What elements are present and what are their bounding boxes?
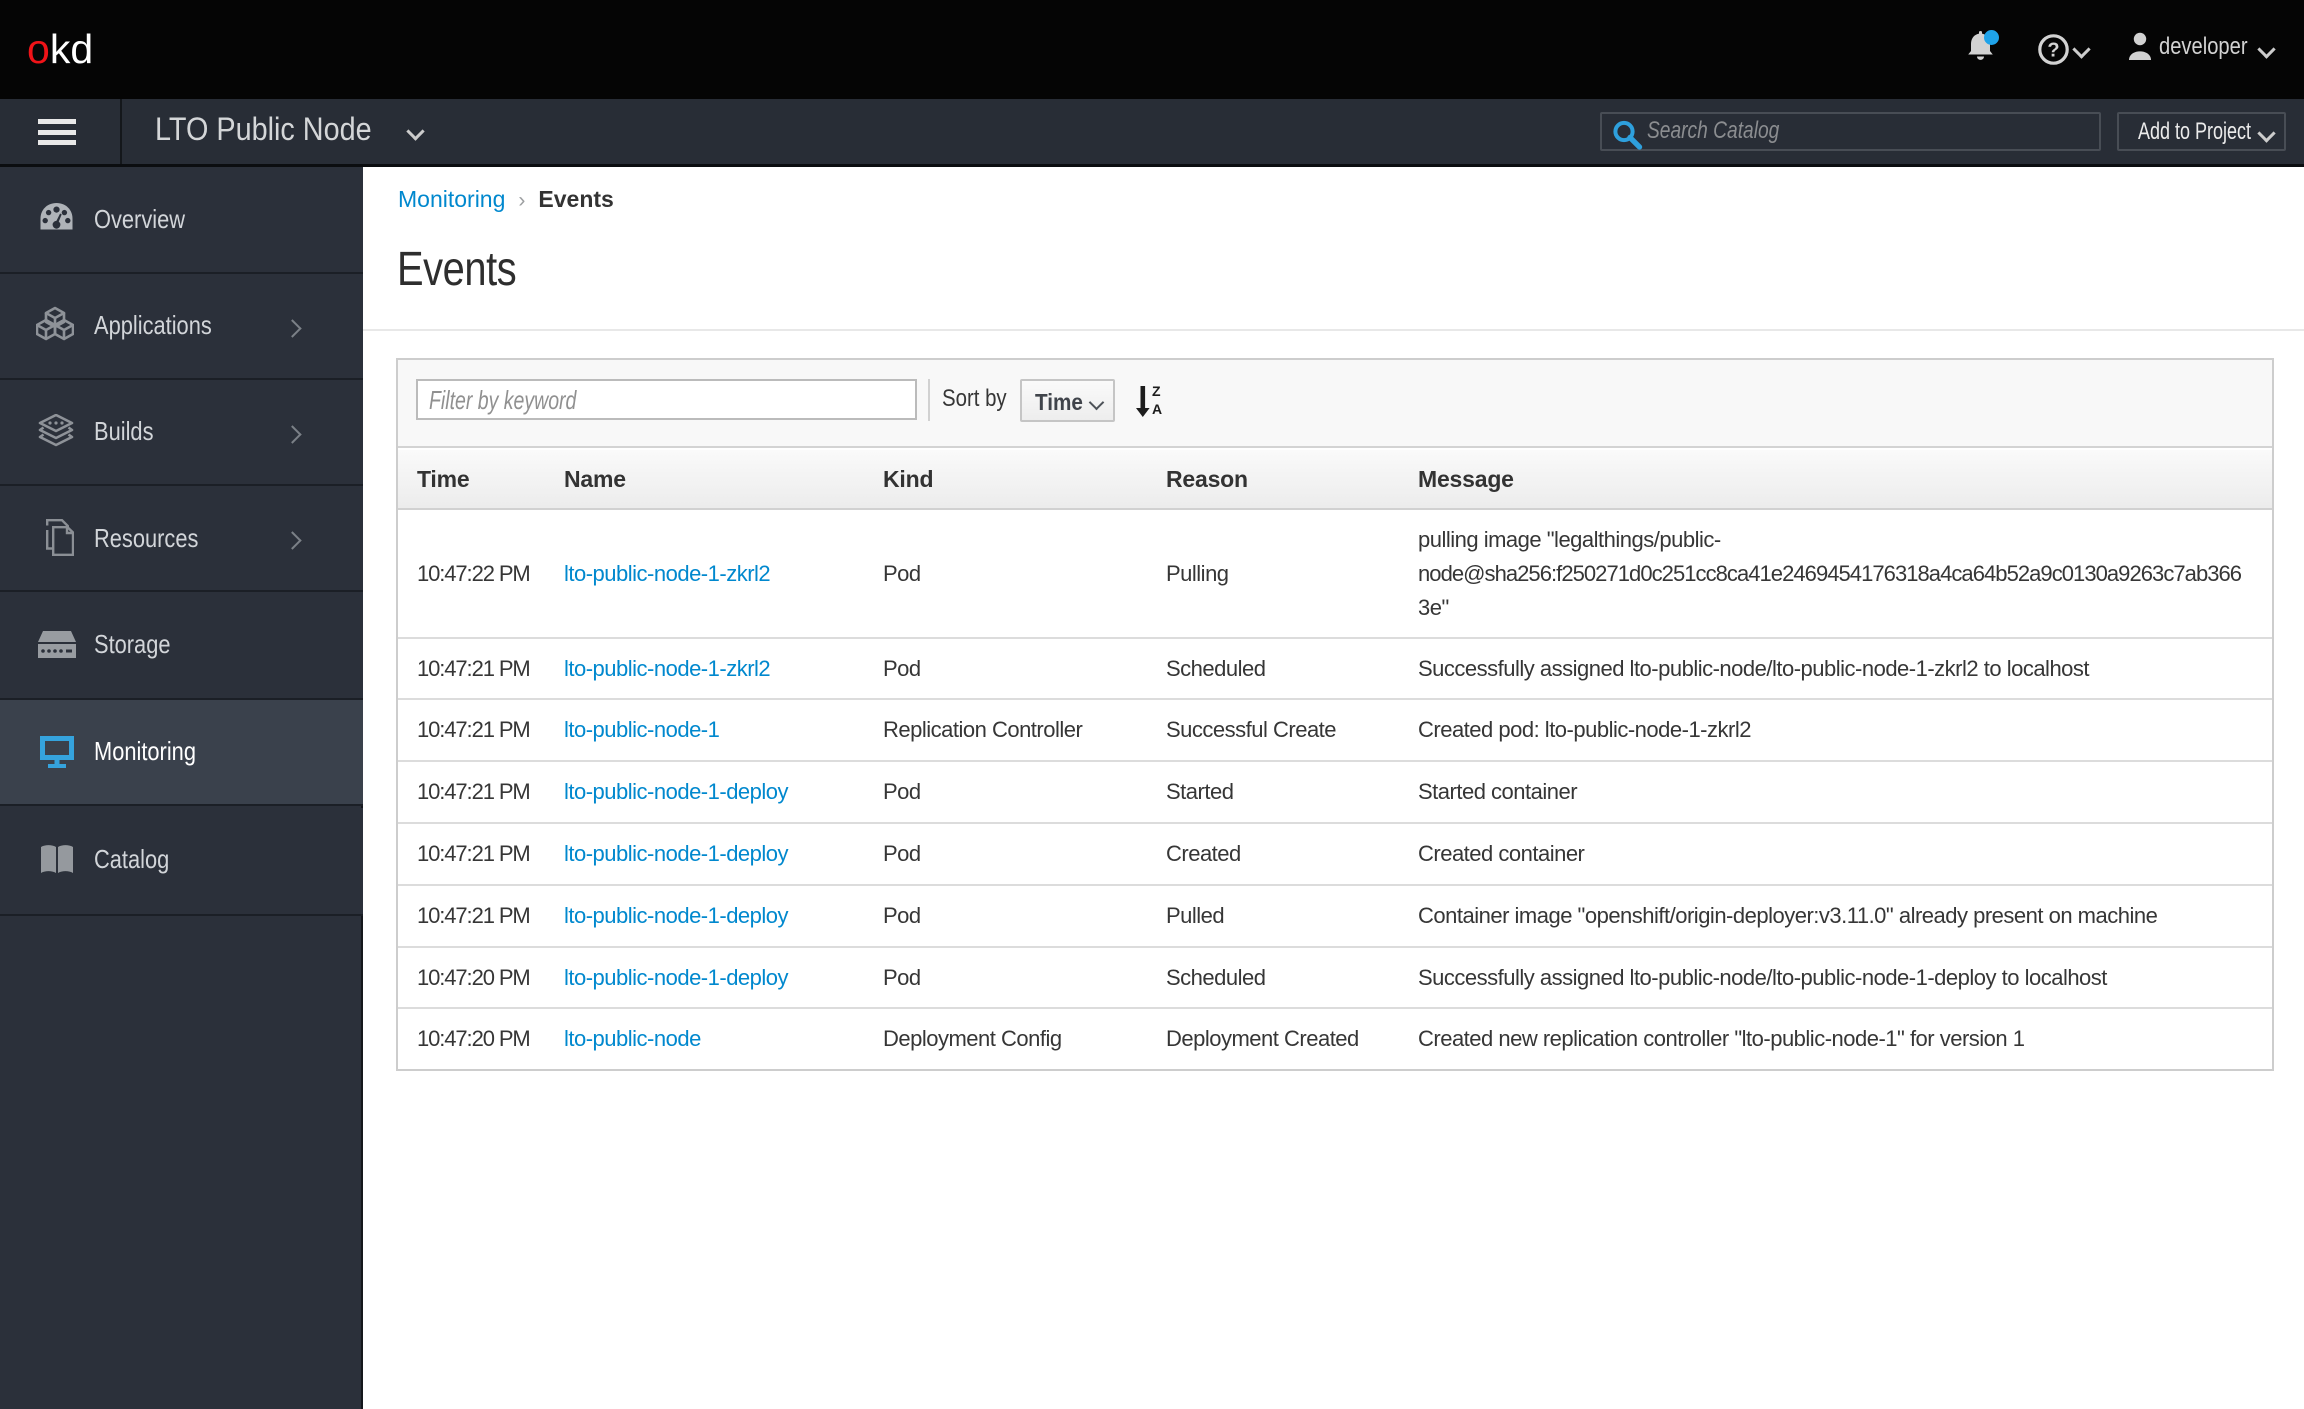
svg-text:Z: Z: [1152, 384, 1161, 399]
svg-text:?: ?: [2047, 40, 2059, 62]
svg-text:A: A: [1152, 401, 1162, 417]
